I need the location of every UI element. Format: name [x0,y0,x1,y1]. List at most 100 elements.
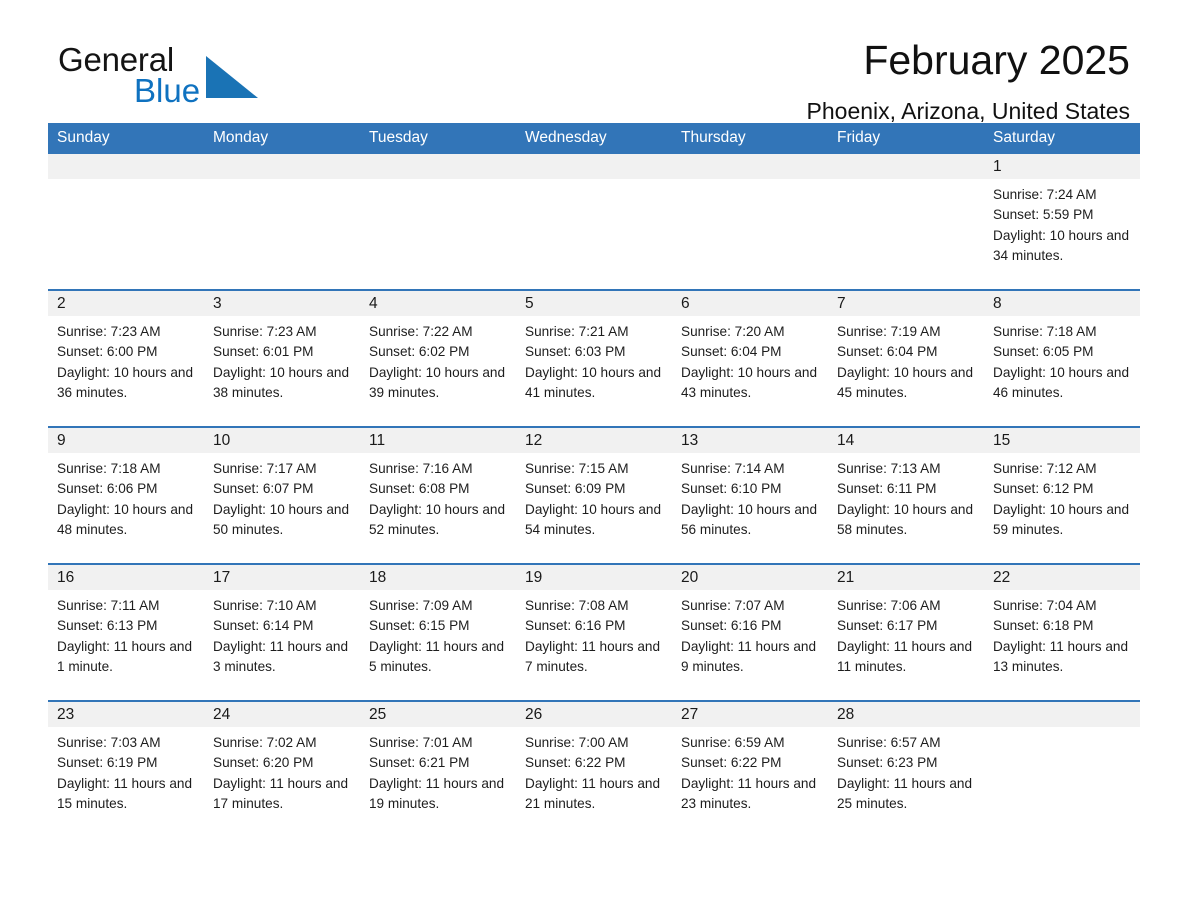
day-cell[interactable]: 11 Sunrise: 7:16 AM Sunset: 6:08 PM Dayligh… [360,428,516,563]
day-cell[interactable]: 3 Sunrise: 7:23 AM Sunset: 6:01 PM Daylight… [204,291,360,426]
sunrise-text: Sunrise: 7:04 AM [993,598,1097,613]
sunset-text: Sunset: 5:59 PM [993,207,1094,223]
day-cell-inner[interactable]: 6 Sunrise: 7:20 AM Sunset: 6:04 PM Daylight… [672,291,828,426]
generalblue-logo: General Blue [58,42,298,112]
day-cell-inner[interactable]: 5 Sunrise: 7:21 AM Sunset: 6:03 PM Daylight… [516,291,672,426]
weekday-header-saturday: Saturday [984,123,1140,154]
day-cell-inner [204,154,360,289]
day-cell-inner[interactable]: 7 Sunrise: 7:19 AM Sunset: 6:04 PM Daylight… [828,291,984,426]
day-cell[interactable]: 24 Sunrise: 7:02 AM Sunset: 6:20 PM Dayligh… [204,702,360,837]
sunrise-text: Sunrise: 7:14 AM [681,461,785,476]
day-cell-inner[interactable]: 8 Sunrise: 7:18 AM Sunset: 6:05 PM Daylight… [984,291,1140,426]
sunset-text: Sunset: 6:03 PM [525,344,626,360]
day-details: Sunrise: 6:57 AM Sunset: 6:23 PM Daylight:… [828,727,984,814]
day-cell-inner[interactable]: 26 Sunrise: 7:00 AM Sunset: 6:22 PM Dayligh… [516,702,672,837]
day-number-band [516,154,672,179]
sunset-text: Sunset: 6:16 PM [525,618,626,634]
day-cell[interactable]: 21 Sunrise: 7:06 AM Sunset: 6:17 PM Dayligh… [828,565,984,700]
day-cell[interactable]: 8 Sunrise: 7:18 AM Sunset: 6:05 PM Daylight… [984,291,1140,426]
day-cell[interactable]: 10 Sunrise: 7:17 AM Sunset: 6:07 PM Dayligh… [204,428,360,563]
sunrise-text: Sunrise: 7:00 AM [525,735,629,750]
day-details: Sunrise: 7:10 AM Sunset: 6:14 PM Daylight:… [204,590,360,677]
day-cell-inner[interactable]: 27 Sunrise: 6:59 AM Sunset: 6:22 PM Dayligh… [672,702,828,837]
day-details: Sunrise: 7:21 AM Sunset: 6:03 PM Daylight:… [516,316,672,403]
day-cell[interactable]: 16 Sunrise: 7:11 AM Sunset: 6:13 PM Dayligh… [48,565,204,700]
sunset-text: Sunset: 6:09 PM [525,481,626,497]
day-number: 9 [48,428,204,453]
day-cell[interactable]: 15 Sunrise: 7:12 AM Sunset: 6:12 PM Dayligh… [984,428,1140,563]
day-cell-inner[interactable]: 2 Sunrise: 7:23 AM Sunset: 6:00 PM Daylight… [48,291,204,426]
day-cell-inner[interactable]: 3 Sunrise: 7:23 AM Sunset: 6:01 PM Daylight… [204,291,360,426]
day-cell[interactable]: 14 Sunrise: 7:13 AM Sunset: 6:11 PM Dayligh… [828,428,984,563]
sunrise-text: Sunrise: 7:16 AM [369,461,473,476]
day-number-band [672,154,828,179]
day-details: Sunrise: 7:20 AM Sunset: 6:04 PM Daylight:… [672,316,828,403]
day-cell-inner [516,154,672,289]
day-cell[interactable]: 22 Sunrise: 7:04 AM Sunset: 6:18 PM Dayligh… [984,565,1140,700]
day-cell[interactable]: 4 Sunrise: 7:22 AM Sunset: 6:02 PM Daylight… [360,291,516,426]
day-cell-inner[interactable]: 17 Sunrise: 7:10 AM Sunset: 6:14 PM Dayligh… [204,565,360,700]
sunrise-text: Sunrise: 7:18 AM [57,461,161,476]
day-cell[interactable]: 25 Sunrise: 7:01 AM Sunset: 6:21 PM Dayligh… [360,702,516,837]
sunset-text: Sunset: 6:05 PM [993,344,1094,360]
sunrise-text: Sunrise: 7:08 AM [525,598,629,613]
sunrise-text: Sunrise: 7:03 AM [57,735,161,750]
sunset-text: Sunset: 6:12 PM [993,481,1094,497]
sunset-text: Sunset: 6:10 PM [681,481,782,497]
day-cell-inner[interactable]: 9 Sunrise: 7:18 AM Sunset: 6:06 PM Daylight… [48,428,204,563]
day-number: 17 [204,565,360,590]
day-cell-inner[interactable]: 13 Sunrise: 7:14 AM Sunset: 6:10 PM Dayligh… [672,428,828,563]
day-cell[interactable]: 18 Sunrise: 7:09 AM Sunset: 6:15 PM Dayligh… [360,565,516,700]
sunset-text: Sunset: 6:20 PM [213,755,314,771]
day-cell-inner[interactable]: 16 Sunrise: 7:11 AM Sunset: 6:13 PM Dayligh… [48,565,204,700]
daylight-text: Daylight: 11 hours and 15 minutes. [57,775,193,811]
day-cell[interactable]: 9 Sunrise: 7:18 AM Sunset: 6:06 PM Daylight… [48,428,204,563]
day-cell-inner[interactable]: 25 Sunrise: 7:01 AM Sunset: 6:21 PM Dayligh… [360,702,516,837]
day-cell[interactable]: 12 Sunrise: 7:15 AM Sunset: 6:09 PM Dayligh… [516,428,672,563]
day-cell[interactable]: 13 Sunrise: 7:14 AM Sunset: 6:10 PM Dayligh… [672,428,828,563]
day-cell-inner[interactable]: 22 Sunrise: 7:04 AM Sunset: 6:18 PM Dayligh… [984,565,1140,700]
day-cell[interactable]: 20 Sunrise: 7:07 AM Sunset: 6:16 PM Dayligh… [672,565,828,700]
calendar-week-row: 9 Sunrise: 7:18 AM Sunset: 6:06 PM Daylight… [48,428,1140,563]
day-cell[interactable]: 27 Sunrise: 6:59 AM Sunset: 6:22 PM Dayligh… [672,702,828,837]
day-cell-inner[interactable]: 10 Sunrise: 7:17 AM Sunset: 6:07 PM Dayligh… [204,428,360,563]
day-number-band [204,154,360,179]
day-cell-inner[interactable]: 12 Sunrise: 7:15 AM Sunset: 6:09 PM Dayligh… [516,428,672,563]
sunrise-text: Sunrise: 6:59 AM [681,735,785,750]
daylight-text: Daylight: 10 hours and 56 minutes. [681,501,818,537]
day-cell[interactable]: 17 Sunrise: 7:10 AM Sunset: 6:14 PM Dayligh… [204,565,360,700]
day-cell[interactable]: 19 Sunrise: 7:08 AM Sunset: 6:16 PM Dayligh… [516,565,672,700]
day-number: 14 [828,428,984,453]
day-cell[interactable]: 1 Sunrise: 7:24 AM Sunset: 5:59 PM Daylight… [984,154,1140,289]
daylight-text: Daylight: 11 hours and 1 minute. [57,638,193,674]
calendar-week-row: 16 Sunrise: 7:11 AM Sunset: 6:13 PM Dayligh… [48,565,1140,700]
day-cell[interactable]: 23 Sunrise: 7:03 AM Sunset: 6:19 PM Dayligh… [48,702,204,837]
day-cell-inner[interactable]: 23 Sunrise: 7:03 AM Sunset: 6:19 PM Dayligh… [48,702,204,837]
day-cell-inner[interactable]: 11 Sunrise: 7:16 AM Sunset: 6:08 PM Dayligh… [360,428,516,563]
day-cell[interactable]: 7 Sunrise: 7:19 AM Sunset: 6:04 PM Daylight… [828,291,984,426]
day-cell-inner[interactable]: 28 Sunrise: 6:57 AM Sunset: 6:23 PM Dayligh… [828,702,984,837]
day-cell-inner[interactable]: 18 Sunrise: 7:09 AM Sunset: 6:15 PM Dayligh… [360,565,516,700]
day-cell[interactable]: 2 Sunrise: 7:23 AM Sunset: 6:00 PM Daylight… [48,291,204,426]
day-cell-inner[interactable]: 19 Sunrise: 7:08 AM Sunset: 6:16 PM Dayligh… [516,565,672,700]
day-cell[interactable]: 6 Sunrise: 7:20 AM Sunset: 6:04 PM Daylight… [672,291,828,426]
day-cell-inner[interactable]: 21 Sunrise: 7:06 AM Sunset: 6:17 PM Dayligh… [828,565,984,700]
day-cell-inner[interactable]: 24 Sunrise: 7:02 AM Sunset: 6:20 PM Dayligh… [204,702,360,837]
month-calendar: Sunday Monday Tuesday Wednesday Thursday Frid… [48,123,1140,837]
calendar-week-row: 23 Sunrise: 7:03 AM Sunset: 6:19 PM Dayligh… [48,702,1140,837]
day-cell[interactable]: 28 Sunrise: 6:57 AM Sunset: 6:23 PM Dayligh… [828,702,984,837]
day-details: Sunrise: 7:19 AM Sunset: 6:04 PM Daylight:… [828,316,984,403]
day-cell-empty [828,154,984,289]
day-cell-inner[interactable]: 1 Sunrise: 7:24 AM Sunset: 5:59 PM Daylight… [984,154,1140,289]
day-cell-inner[interactable]: 15 Sunrise: 7:12 AM Sunset: 6:12 PM Dayligh… [984,428,1140,563]
day-number-band [360,154,516,179]
day-cell[interactable]: 26 Sunrise: 7:00 AM Sunset: 6:22 PM Dayligh… [516,702,672,837]
day-cell[interactable]: 5 Sunrise: 7:21 AM Sunset: 6:03 PM Daylight… [516,291,672,426]
day-number: 8 [984,291,1140,316]
day-cell-inner[interactable]: 4 Sunrise: 7:22 AM Sunset: 6:02 PM Daylight… [360,291,516,426]
day-cell-inner[interactable]: 14 Sunrise: 7:13 AM Sunset: 6:11 PM Dayligh… [828,428,984,563]
day-cell-inner[interactable]: 20 Sunrise: 7:07 AM Sunset: 6:16 PM Dayligh… [672,565,828,700]
sunset-text: Sunset: 6:19 PM [57,755,158,771]
sunset-text: Sunset: 6:04 PM [837,344,938,360]
daylight-text: Daylight: 11 hours and 19 minutes. [369,775,505,811]
